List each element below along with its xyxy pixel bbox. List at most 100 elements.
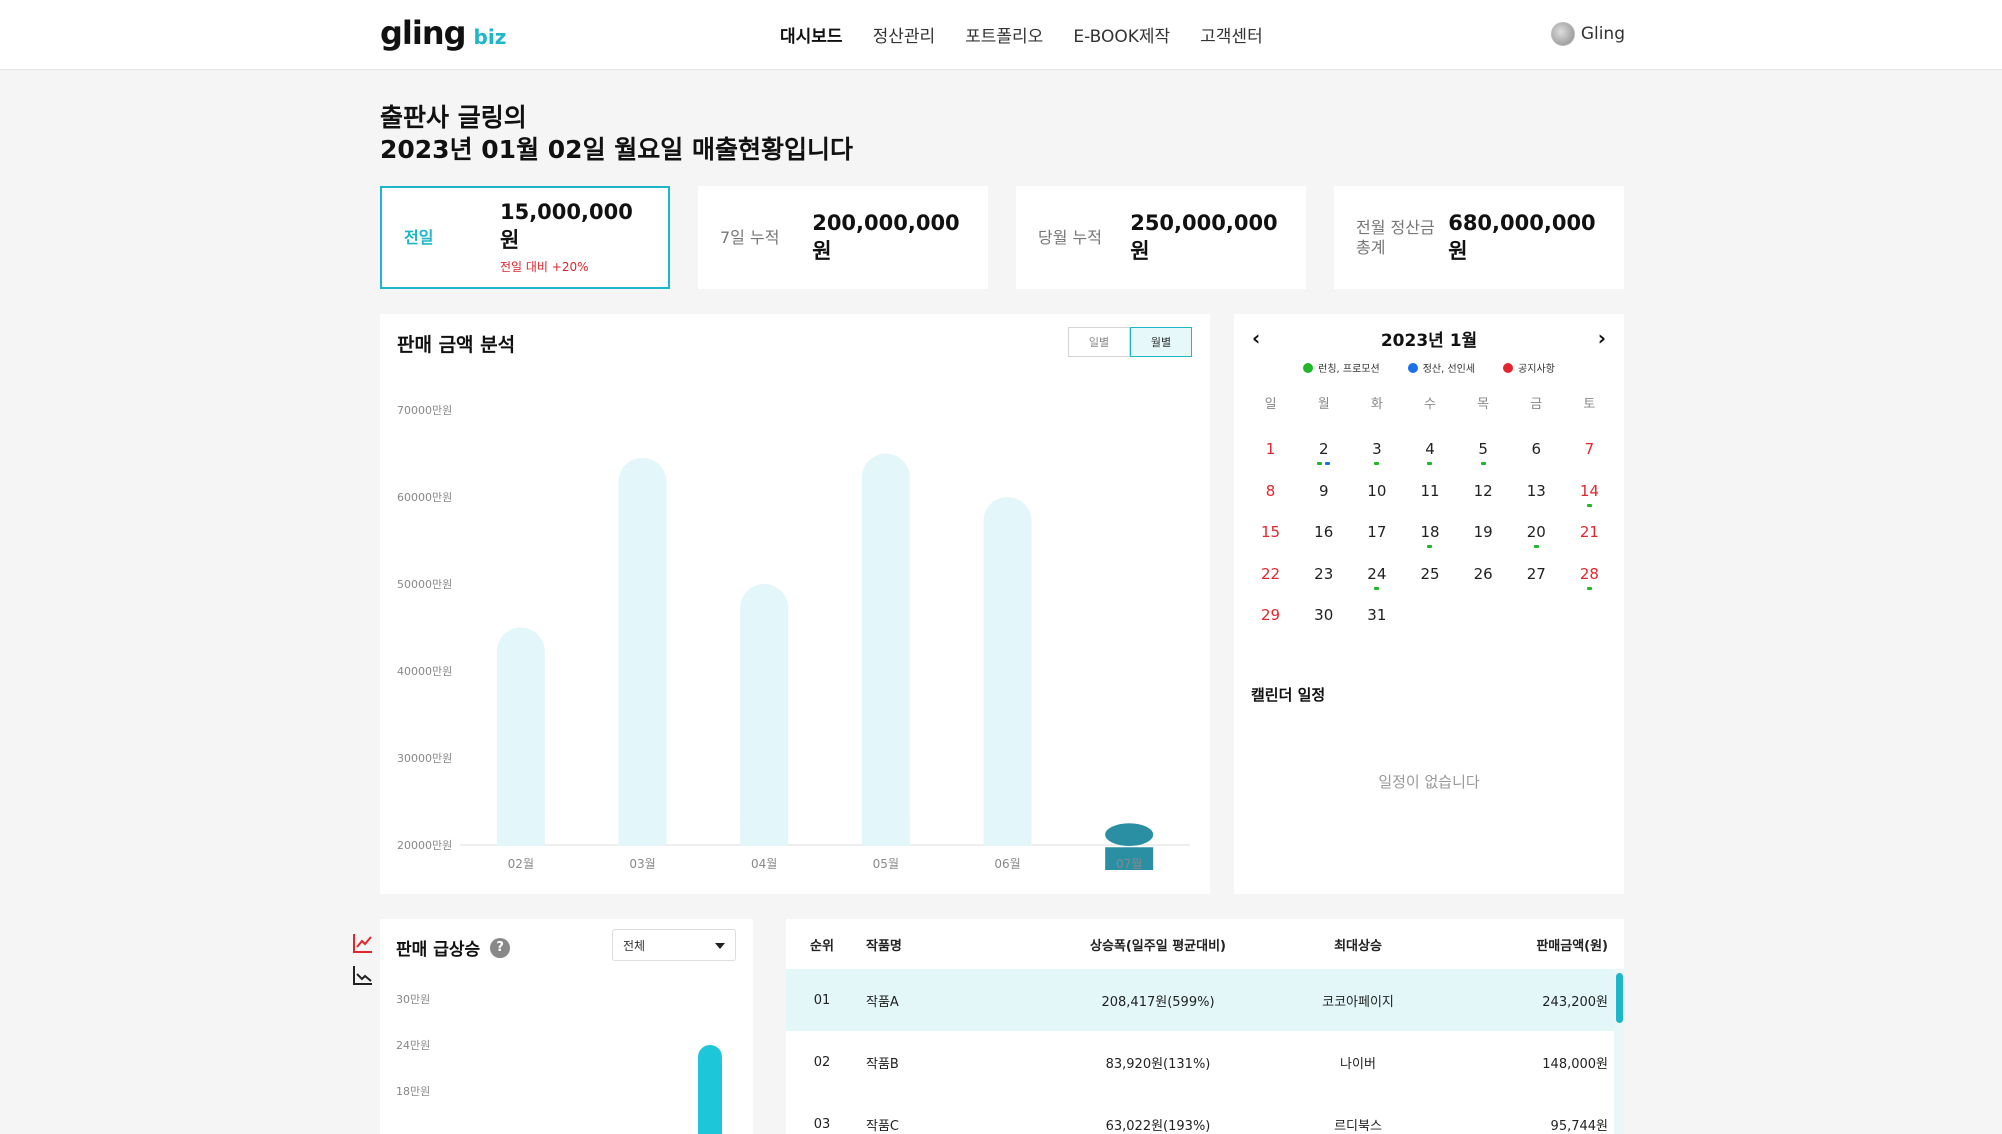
bar[interactable] — [983, 497, 1032, 846]
calendar-day[interactable]: 2 — [1297, 434, 1350, 476]
prev-month-icon[interactable]: ‹ — [1252, 326, 1260, 350]
bar[interactable] — [861, 453, 910, 847]
calendar-day[interactable]: 28 — [1563, 559, 1616, 601]
bar-base — [861, 821, 910, 846]
calendar-day[interactable]: 27 — [1510, 559, 1563, 601]
sales-analysis-panel: 70000만원 60000만원 50000만원 40000만원 30000만원 20000… — [380, 314, 1210, 894]
logo-main: gling — [380, 14, 467, 52]
col-rank-header: 순위 — [810, 938, 834, 954]
calendar-day[interactable]: 14 — [1563, 476, 1616, 518]
day-number: 21 — [1579, 523, 1599, 541]
calendar-day[interactable]: 25 — [1403, 559, 1456, 601]
page-title: 출판사 글링의 2023년 01월 02일 월요일 매출현황입니다 — [380, 102, 853, 166]
calendar-day[interactable]: 13 — [1510, 476, 1563, 518]
table-row[interactable]: 01 작품A 208,417원(599%) 코코아페이지 243,200원 — [786, 969, 1614, 1031]
day-number: 2 — [1318, 440, 1329, 458]
event-marker — [1533, 545, 1539, 548]
legend-item: 런칭, 프로모션 — [1303, 360, 1380, 375]
calendar-day[interactable]: 21 — [1563, 517, 1616, 559]
nav-ebook[interactable]: E-BOOK제작 — [1073, 22, 1170, 47]
col-max-header: 최대상승 — [1334, 938, 1382, 954]
bar-base — [983, 821, 1032, 846]
table-row[interactable]: 02 작품B 83,920원(131%) 나이버 148,000원 — [786, 1031, 1614, 1093]
table-row[interactable]: 03 작품C 63,022원(193%) 르디북스 95,744원 — [786, 1093, 1614, 1134]
day-number: 12 — [1473, 481, 1493, 500]
next-month-icon[interactable]: › — [1598, 326, 1606, 350]
card-label: 전월 정산금 총계 — [1356, 217, 1435, 257]
calendar-day[interactable]: 15 — [1244, 517, 1297, 559]
toggle-daily[interactable]: 일별 — [1068, 327, 1130, 357]
day-number: 1 — [1265, 440, 1276, 458]
select-value: 전체 — [623, 938, 646, 953]
card-month[interactable]: 당월 누적 250,000,000원 — [1016, 186, 1306, 289]
calendar-day[interactable]: 12 — [1457, 476, 1510, 518]
calendar-day[interactable]: 26 — [1457, 559, 1510, 601]
stat-cards: 전일 15,000,000원 전일 대비 +20% 7일 누적 200,000,… — [380, 186, 1624, 289]
y-tick-label: 50000만원 — [397, 578, 452, 591]
calendar-day[interactable]: 31 — [1350, 600, 1403, 642]
rise-filter-select[interactable]: 전체 — [612, 929, 736, 961]
col-rise-header: 상승폭(일주일 평균대비) — [1089, 938, 1226, 954]
event-marker — [1374, 586, 1380, 590]
calendar-day[interactable]: 17 — [1350, 517, 1403, 559]
calendar-day[interactable]: 10 — [1350, 476, 1403, 518]
nav-portfolio[interactable]: 포트폴리오 — [965, 22, 1043, 47]
legend-label: 정산, 선인세 — [1422, 364, 1476, 375]
day-number: 20 — [1526, 523, 1546, 541]
bar[interactable] — [618, 457, 667, 846]
y-tick-label: 70000만원 — [397, 404, 452, 417]
card-yesterday[interactable]: 전일 15,000,000원 전일 대비 +20% — [380, 186, 670, 289]
help-icon[interactable]: ? — [490, 937, 511, 958]
rise-title: 판매 급상승 — [396, 940, 481, 960]
bar[interactable] — [496, 627, 545, 847]
day-number: 9 — [1318, 481, 1329, 500]
card-7day[interactable]: 7일 누적 200,000,000원 — [698, 186, 988, 289]
line-chart-icon[interactable] — [352, 964, 374, 986]
card-label: 전일 — [404, 227, 434, 247]
card-value: 250,000,000원 — [1130, 210, 1278, 263]
cell-rank: 02 — [813, 1054, 831, 1070]
calendar-day[interactable]: 6 — [1510, 434, 1563, 476]
calendar-day[interactable]: 19 — [1457, 517, 1510, 559]
calendar-day[interactable]: 1 — [1244, 434, 1297, 476]
calendar-day[interactable]: 3 — [1350, 434, 1403, 476]
card-label: 당월 누적 — [1038, 227, 1102, 247]
calendar-panel: 2023년 1월 ‹ › 런칭, 프로모션 정산, 선인세 공지사항 일 월 화 수 목… — [1234, 314, 1624, 894]
user-menu[interactable]: Gling — [1550, 22, 1625, 46]
calendar-day[interactable]: 20 — [1510, 517, 1563, 559]
calendar-day[interactable]: 5 — [1457, 434, 1510, 476]
calendar-day[interactable]: 30 — [1297, 600, 1350, 642]
nav-support[interactable]: 고객센터 — [1200, 22, 1263, 47]
logo[interactable]: gling biz — [380, 14, 506, 52]
cell-rank: 01 — [813, 992, 831, 1008]
nav-settlement[interactable]: 정산관리 — [873, 22, 936, 47]
bar[interactable] — [1105, 823, 1154, 846]
calendar-day[interactable]: 16 — [1297, 517, 1350, 559]
calendar-day[interactable]: 4 — [1403, 434, 1456, 476]
calendar-day[interactable]: 8 — [1244, 476, 1297, 518]
calendar-day[interactable]: 11 — [1403, 476, 1456, 518]
bar[interactable] — [740, 584, 789, 846]
calendar-day[interactable]: 7 — [1563, 434, 1616, 476]
calendar-day[interactable]: 29 — [1244, 600, 1297, 642]
calendar-day[interactable]: 18 — [1403, 517, 1456, 559]
bar[interactable] — [698, 1045, 722, 1134]
calendar-day[interactable]: 22 — [1244, 559, 1297, 601]
main-nav: 대시보드 정산관리 포트폴리오 E-BOOK제작 고객센터 — [780, 22, 1263, 47]
toggle-monthly[interactable]: 월별 — [1130, 327, 1192, 357]
schedule-empty: 일정이 없습니다 — [1378, 773, 1480, 791]
page-title-line2: 2023년 01월 02일 월요일 매출현황입니다 — [380, 135, 853, 164]
y-tick-label: 20000만원 — [397, 839, 452, 852]
table-scrollbar-thumb[interactable] — [1616, 973, 1623, 1023]
nav-dashboard[interactable]: 대시보드 — [780, 22, 843, 47]
calendar-day[interactable]: 23 — [1297, 559, 1350, 601]
card-last-month-settlement[interactable]: 전월 정산금 총계 680,000,000원 — [1334, 186, 1624, 289]
line-chart-icon-red[interactable] — [352, 932, 374, 954]
calendar-day[interactable]: 9 — [1297, 476, 1350, 518]
legend-item: 공지사항 — [1503, 360, 1555, 375]
day-number: 18 — [1420, 523, 1440, 541]
calendar-day[interactable]: 24 — [1350, 559, 1403, 601]
chevron-down-icon — [715, 943, 725, 949]
event-markers — [1297, 462, 1350, 465]
calendar-empty-cell — [1403, 600, 1456, 642]
